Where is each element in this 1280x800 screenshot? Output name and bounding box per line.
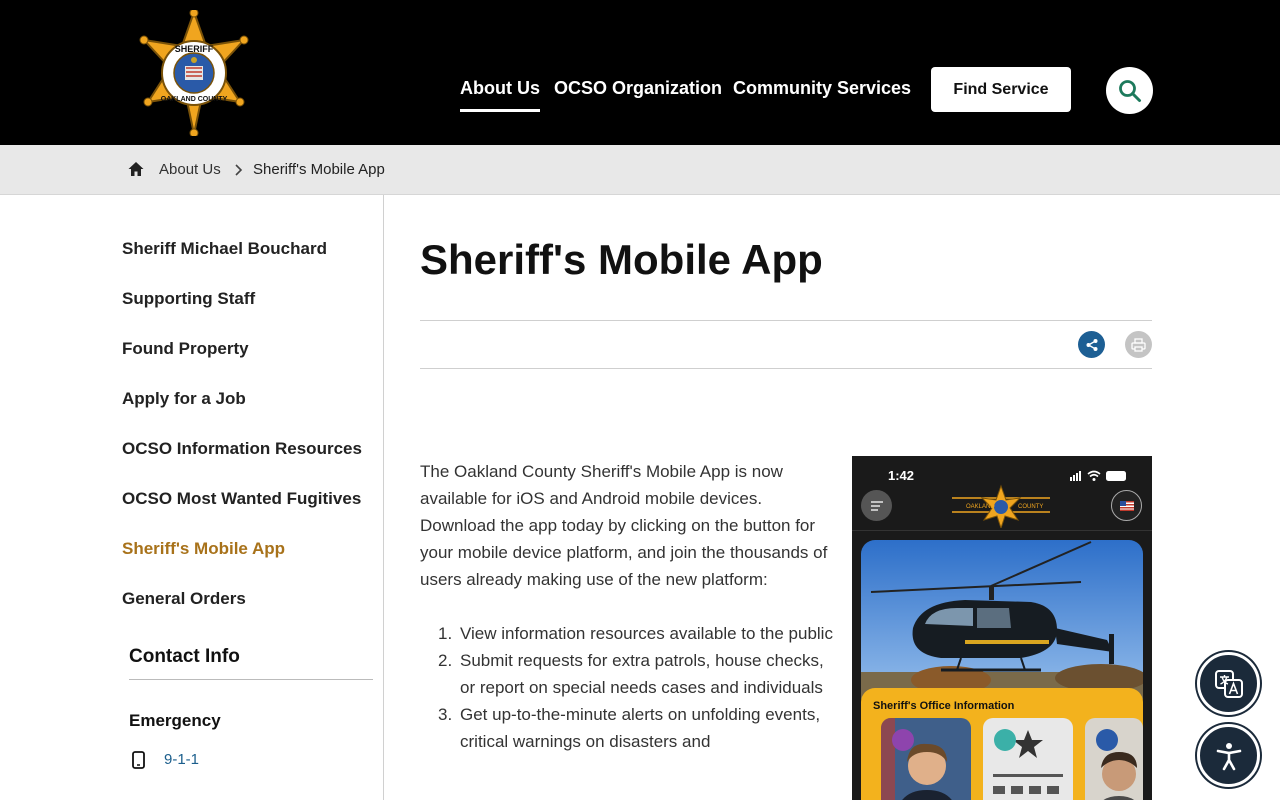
print-icon	[1131, 337, 1146, 352]
find-service-button[interactable]: Find Service	[931, 67, 1071, 112]
list-item: 1. View information resources available …	[438, 620, 842, 647]
list-text: Get up-to-the-minute alerts on unfolding…	[460, 705, 821, 751]
page-title: Sheriff's Mobile App	[420, 236, 823, 283]
mobile-app-screenshot: 1:42 OAKLAND COUNTY Sheriff's Office Inf…	[852, 456, 1152, 800]
badge-text-top: SHERIFF	[175, 44, 214, 54]
sidebar-item-apply-for-a-job[interactable]: Apply for a Job	[122, 389, 246, 409]
helicopter-photo	[861, 540, 1143, 710]
sidebar-item-ocso-most-wanted-fugitives[interactable]: OCSO Most Wanted Fugitives	[122, 489, 361, 509]
intro-paragraph: The Oakland County Sheriff's Mobile App …	[420, 462, 828, 589]
nav-ocso-organization[interactable]: OCSO Organization	[554, 78, 722, 99]
sheriff-badge-logo[interactable]: SHERIFF OAKLAND COUNTY	[138, 8, 250, 138]
share-icon	[1086, 338, 1097, 351]
list-number: 3.	[438, 705, 453, 724]
mobile-phone-icon	[132, 751, 145, 769]
title-divider-top	[420, 320, 1152, 321]
home-icon	[128, 162, 144, 176]
list-item: 2. Submit requests for extra patrols, ho…	[438, 647, 842, 701]
translate-button[interactable]	[1197, 652, 1260, 715]
sidebar-item-sheriff-michael-bouchard[interactable]: Sheriff Michael Bouchard	[122, 239, 327, 259]
sidebar-item-ocso-information-resources[interactable]: OCSO Information Resources	[122, 439, 362, 459]
list-text: Submit requests for extra patrols, house…	[460, 651, 824, 697]
list-item: 3. Get up-to-the-minute alerts on unfold…	[438, 701, 842, 755]
phone-logo-right: COUNTY	[1018, 504, 1043, 510]
phone-card-title: Sheriff's Office Information	[873, 700, 1015, 712]
sidebar-divider	[383, 195, 384, 800]
emergency-phone-link[interactable]: 9-1-1	[164, 751, 199, 768]
sidebar-item-supporting-staff[interactable]: Supporting Staff	[122, 289, 255, 309]
sheriff-portrait-tile	[881, 718, 971, 800]
wanted-portrait-tile	[1085, 718, 1143, 800]
breadcrumb-current: Sheriff's Mobile App	[253, 161, 385, 178]
nav-about-us[interactable]: About Us	[460, 78, 540, 112]
contact-info-heading: Contact Info	[129, 646, 240, 667]
sidebar-item-found-property[interactable]: Found Property	[122, 339, 249, 359]
sidebar-item-sheriffs-mobile-app[interactable]: Sheriff's Mobile App	[122, 539, 285, 559]
chevron-right-icon	[233, 163, 245, 177]
title-divider-bottom	[420, 368, 1152, 369]
print-button[interactable]	[1125, 331, 1152, 358]
us-flag-icon	[1111, 490, 1142, 521]
emergency-label: Emergency	[129, 711, 221, 730]
feature-list: 1. View information resources available …	[438, 620, 842, 755]
accessibility-icon	[1216, 742, 1241, 770]
search-icon	[1118, 79, 1141, 102]
badge-text-bottom: OAKLAND COUNTY	[161, 96, 228, 103]
list-text: View information resources available to …	[460, 624, 833, 643]
phone-clock: 1:42	[888, 468, 915, 483]
list-number: 2.	[438, 651, 453, 670]
breadcrumb-about-us[interactable]: About Us	[159, 161, 221, 178]
phone-header-divider	[852, 530, 1152, 531]
translate-icon	[1214, 669, 1243, 698]
contact-divider	[129, 679, 373, 680]
phone-app-logo: OAKLAND COUNTY	[952, 484, 1050, 528]
nav-community-services[interactable]: Community Services	[733, 78, 911, 99]
search-button[interactable]	[1106, 67, 1153, 114]
accessibility-button[interactable]	[1197, 724, 1260, 787]
breadcrumb-home[interactable]	[127, 160, 145, 178]
phone-status-icons	[1070, 470, 1126, 481]
phone-logo-left: OAKLAND	[966, 504, 995, 510]
phone-menu-icon	[861, 490, 892, 521]
sidebar-item-general-orders[interactable]: General Orders	[122, 589, 246, 609]
share-button[interactable]	[1078, 331, 1105, 358]
list-number: 1.	[438, 624, 453, 643]
org-chart-tile	[983, 718, 1073, 800]
